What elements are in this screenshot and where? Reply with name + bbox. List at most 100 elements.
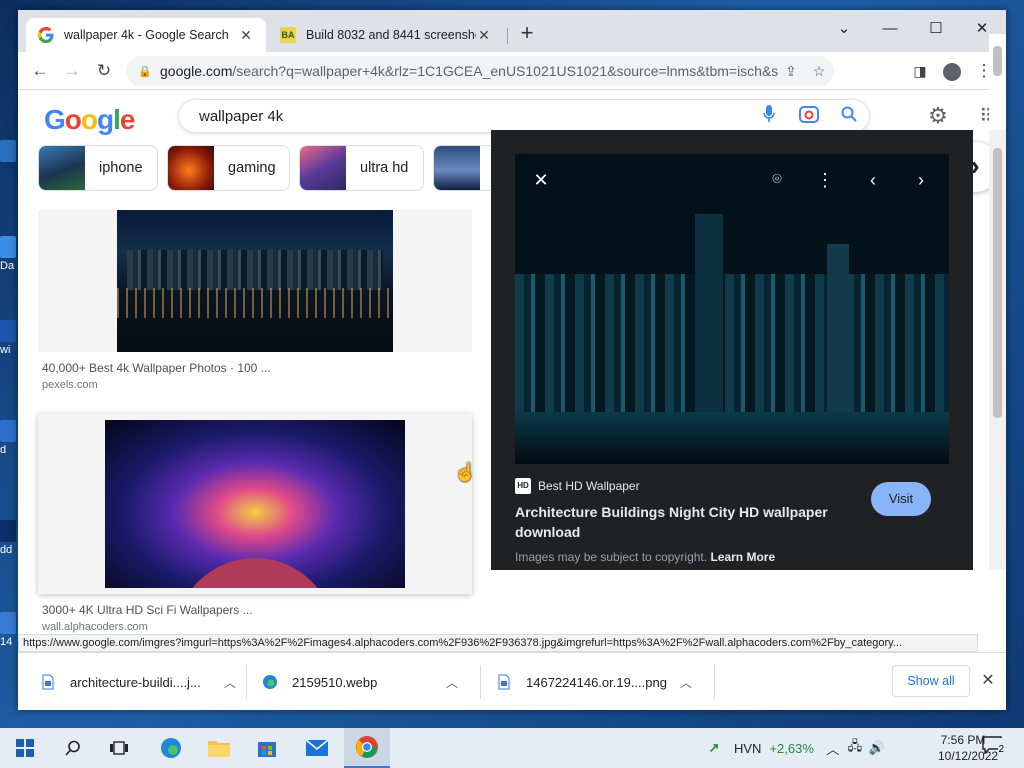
search-query: wallpaper 4k (199, 107, 284, 125)
reload-icon[interactable]: ↻ (92, 59, 116, 83)
next-image-icon[interactable]: › (907, 166, 935, 194)
settings-gear-icon[interactable]: ⚙ (926, 104, 950, 128)
desktop-icon[interactable]: dd (0, 520, 18, 556)
microsoft-store-icon[interactable] (244, 728, 290, 768)
chip-label: gaming (228, 160, 276, 176)
desktop-icon[interactable]: Da (0, 236, 18, 272)
tab-close-icon[interactable]: ✕ (238, 27, 254, 44)
windows-start-icon[interactable] (2, 728, 48, 768)
desktop-icon[interactable]: d (0, 420, 18, 456)
desktop-icon-label: dd (0, 544, 13, 556)
divider (246, 665, 247, 699)
tab-search-chevron-icon[interactable]: ⌄ (824, 16, 864, 42)
preview-title[interactable]: Architecture Buildings Night City HD wal… (515, 502, 845, 542)
chevron-up-icon[interactable]: ︿ (220, 674, 240, 691)
stock-symbol[interactable]: HVN (734, 741, 761, 756)
more-options-icon[interactable]: ⋮ (811, 166, 839, 194)
chrome-icon[interactable] (344, 728, 390, 768)
visit-button[interactable]: Visit (871, 482, 931, 516)
profile-avatar-icon[interactable] (940, 59, 964, 83)
address-bar[interactable]: 🔒 google.com/search?q=wallpaper+4k&rlz=1… (126, 56, 834, 86)
notification-count: 2 (998, 738, 1004, 762)
file-explorer-icon[interactable] (196, 728, 242, 768)
notification-icon[interactable]: 2 (980, 736, 1004, 762)
show-all-button[interactable]: Show all (892, 665, 970, 697)
image-file-icon (40, 673, 56, 691)
download-item[interactable]: 1467224146.or.19....png ︿ (496, 665, 696, 699)
betaarchive-icon: BA (280, 27, 296, 43)
share-icon[interactable]: ⇪ (778, 63, 804, 80)
tab-close-icon[interactable]: ✕ (476, 27, 492, 44)
city-night-image (117, 210, 393, 352)
source-name: Best HD Wallpaper (538, 479, 640, 493)
stock-change: +2,63% (769, 740, 814, 756)
volume-icon[interactable]: 🔊 (868, 740, 886, 756)
chip-iphone[interactable]: iphone (38, 145, 158, 191)
status-link-url: https://www.google.com/imgres?imgurl=htt… (18, 634, 978, 652)
back-arrow-icon[interactable]: ← (28, 59, 52, 83)
page-scrollbar[interactable] (989, 34, 1006, 130)
desktop-icon-label: 14 (0, 636, 13, 648)
bookmark-star-icon[interactable]: ☆ (804, 63, 834, 80)
result-source: wall.alphacoders.com (42, 621, 148, 633)
tab-google-search[interactable]: wallpaper 4k - Google Search ✕ (26, 18, 266, 52)
google-g-icon (38, 27, 54, 43)
maximize-button[interactable]: ☐ (916, 16, 956, 42)
image-preview-panel: ✕ ⌾ ⋮ ‹ › HD Best HD Wallpaper Architect… (491, 130, 973, 570)
network-icon[interactable]: 🖧 (846, 737, 864, 759)
chip-gaming[interactable]: gaming (167, 145, 290, 191)
side-panel-icon[interactable]: ◨ (908, 59, 932, 83)
edge-browser-icon[interactable] (148, 728, 194, 768)
task-view-icon[interactable] (96, 728, 142, 768)
preview-city-image[interactable] (515, 154, 949, 464)
lens-search-icon[interactable]: ⌾ (763, 166, 791, 194)
stock-chart-icon[interactable]: ↗ (700, 740, 728, 756)
tab-title: Build 8032 and 8441 screenshots (306, 28, 476, 42)
desktop-icon[interactable]: 14 (0, 612, 18, 648)
forward-arrow-icon[interactable]: → (60, 59, 84, 83)
previous-image-icon[interactable]: ‹ (859, 166, 887, 194)
results-scrollbar[interactable] (989, 130, 1006, 570)
chevron-up-icon[interactable]: ︿ (676, 674, 696, 691)
download-item[interactable]: architecture-buildi....j... ︿ (40, 665, 240, 699)
chip-thumbnail (300, 146, 346, 190)
scifi-galaxy-image (105, 420, 405, 588)
result-image-card[interactable] (38, 414, 472, 594)
desktop-icon[interactable] (0, 140, 18, 164)
result-image-card[interactable] (38, 210, 472, 352)
new-tab-button[interactable]: + (514, 20, 540, 46)
google-logo[interactable]: Google (44, 104, 135, 136)
chrome-window: wallpaper 4k - Google Search ✕ BA Build … (18, 10, 1006, 710)
result-title[interactable]: 40,000+ Best 4k Wallpaper Photos · 100 .… (42, 361, 271, 375)
download-item[interactable]: 2159510.webp ︿ (262, 665, 462, 699)
search-icon[interactable] (829, 106, 869, 126)
windows-taskbar: ↗ HVN +2,63% ︿ 🖧 🔊 7:56 PM 10/12/2022 2 (0, 728, 1024, 768)
minimize-button[interactable]: — (870, 16, 910, 42)
download-filename: 2159510.webp (292, 674, 378, 690)
tab-strip: wallpaper 4k - Google Search ✕ BA Build … (18, 10, 1006, 52)
chip-ultra-hd[interactable]: ultra hd (299, 145, 424, 191)
hand-cursor-icon: ☝ (454, 462, 477, 482)
divider (480, 665, 481, 699)
preview-source[interactable]: HD Best HD Wallpaper (515, 478, 640, 494)
mail-icon[interactable] (294, 728, 340, 768)
tab-betaarchive[interactable]: BA Build 8032 and 8441 screenshots ✕ (268, 18, 504, 52)
close-preview-icon[interactable]: ✕ (527, 166, 555, 194)
browser-toolbar: ← → ↻ 🔒 google.com/search?q=wallpaper+4k… (18, 52, 1006, 90)
close-downloads-icon[interactable]: ✕ (978, 667, 998, 695)
search-box[interactable]: wallpaper 4k (178, 99, 870, 133)
learn-more-link[interactable]: Learn More (710, 550, 775, 564)
lens-camera-icon[interactable] (789, 105, 829, 127)
lock-icon: 🔒 (138, 65, 152, 78)
logo-letter: l (113, 104, 121, 135)
chip-label: ultra hd (360, 160, 409, 176)
desktop-icon[interactable]: wi (0, 320, 18, 356)
chevron-up-icon[interactable]: ︿ (442, 674, 462, 691)
search-icon[interactable] (50, 728, 96, 768)
divider (714, 665, 715, 699)
chevron-up-icon[interactable]: ︿ (826, 739, 840, 758)
logo-letter: G (44, 104, 66, 135)
edge-file-icon (262, 673, 278, 691)
result-title[interactable]: 3000+ 4K Ultra HD Sci Fi Wallpapers ... (42, 603, 253, 617)
voice-search-icon[interactable] (749, 104, 789, 128)
